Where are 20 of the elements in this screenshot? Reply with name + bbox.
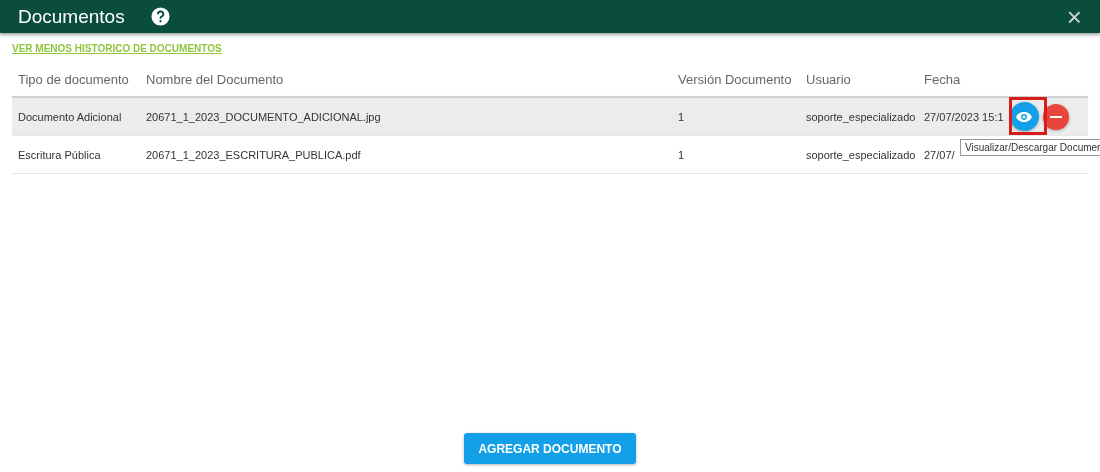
table-cell: 27/07/: [924, 148, 955, 161]
table-cell: 1: [672, 98, 800, 136]
table-cell: 20671_1_2023_DOCUMENTO_ADICIONAL.jpg: [140, 98, 672, 136]
window-title: Documentos: [18, 5, 125, 28]
tooltip: Visualizar/Descargar Documer: [960, 139, 1100, 156]
add-document-button[interactable]: AGREGAR DOCUMENTO: [464, 433, 636, 464]
column-header: Tipo de documento: [17, 71, 130, 89]
help-icon[interactable]: [150, 7, 170, 26]
column-header: Fecha: [923, 71, 962, 89]
history-link[interactable]: VER MENOS HISTORICO DE DOCUMENTOS: [12, 43, 222, 54]
table-cell: 27/07/2023 15:1: [924, 110, 1004, 123]
eye-icon: [1015, 110, 1034, 123]
close-button[interactable]: ×: [1066, 3, 1082, 30]
column-header: Versión Documento: [677, 71, 793, 89]
column-header: Nombre del Documento: [145, 71, 285, 89]
minus-icon: [1049, 115, 1062, 118]
table-cell: soporte_especializado: [800, 98, 918, 136]
highlight-frame: [1009, 97, 1047, 135]
table-cell: Documento Adicional: [12, 98, 140, 136]
column-header: Usuario: [805, 71, 852, 89]
